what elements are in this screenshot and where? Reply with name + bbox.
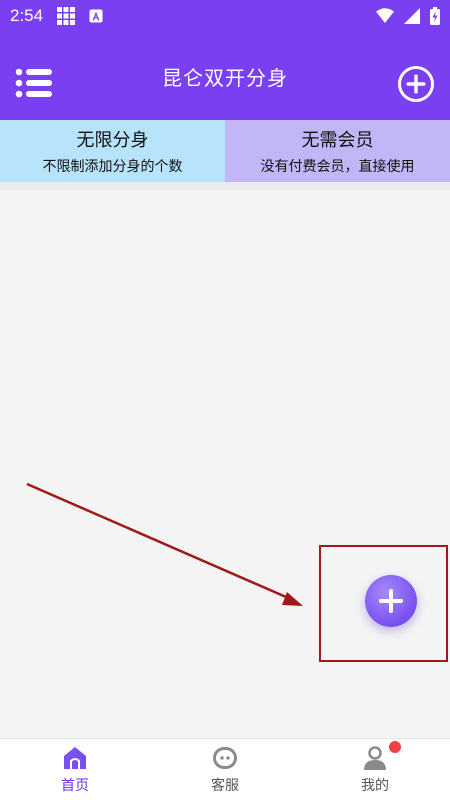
battery-charging-icon (430, 7, 440, 25)
feature-subtitle: 没有付费会员，直接使用 (260, 159, 415, 175)
add-clone-fab[interactable] (365, 575, 417, 627)
feature-subtitle: 不限制添加分身的个数 (42, 159, 183, 175)
customer-service-icon (213, 747, 237, 769)
feature-unlimited-clones: 无限分身 不限制添加分身的个数 (0, 120, 225, 182)
grid-icon (57, 7, 76, 25)
nav-label-service: 客服 (211, 778, 239, 794)
add-circle-icon[interactable] (397, 65, 435, 103)
page-title: 昆仑双开分身 (162, 65, 288, 90)
feature-title: 无需会员 (301, 130, 374, 151)
clone-list-area (0, 190, 450, 738)
feature-banner: 无限分身 不限制添加分身的个数 无需会员 没有付费会员，直接使用 (0, 120, 450, 182)
nav-label-home: 首页 (61, 778, 89, 794)
signal-icon (404, 8, 420, 24)
bottom-nav: 首页 客服 我的 (0, 738, 450, 800)
home-icon (64, 747, 86, 769)
nav-customer-service[interactable]: 客服 (150, 739, 300, 800)
notification-badge (389, 741, 401, 753)
status-time: 2:54 (10, 6, 44, 25)
feature-title: 无限分身 (76, 130, 149, 151)
feature-no-membership: 无需会员 没有付费会员，直接使用 (225, 120, 450, 182)
a-badge-icon (89, 9, 103, 23)
nav-label-mine: 我的 (361, 778, 389, 794)
plus-icon (379, 589, 403, 613)
list-menu-icon[interactable] (14, 66, 54, 100)
wifi-icon (376, 8, 394, 23)
status-left: 2:54 (10, 6, 103, 26)
status-right (376, 7, 440, 25)
nav-home[interactable]: 首页 (0, 739, 150, 800)
status-bar: 2:54 (0, 0, 450, 32)
user-icon (364, 746, 386, 770)
nav-mine[interactable]: 我的 (300, 739, 450, 800)
divider (0, 182, 450, 190)
app-bar: 昆仑双开分身 (0, 32, 450, 120)
